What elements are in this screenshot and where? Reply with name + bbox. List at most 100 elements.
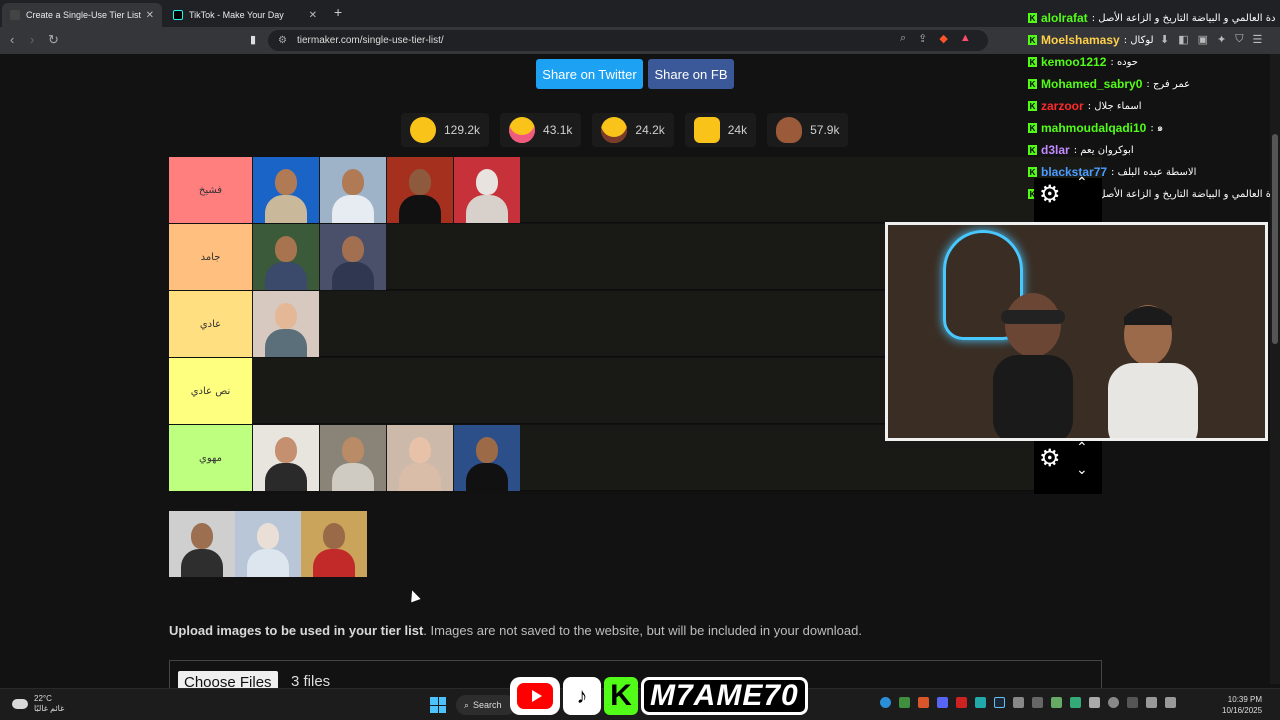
discord-icon[interactable]	[937, 697, 948, 708]
app-icon[interactable]	[1013, 697, 1024, 708]
steam-icon[interactable]	[994, 697, 1005, 708]
scrollbar-thumb[interactable]	[1272, 134, 1278, 344]
tier-image[interactable]	[253, 224, 319, 290]
app-icon[interactable]	[1051, 697, 1062, 708]
pool-image[interactable]	[169, 511, 235, 577]
kick-badge-icon: K	[1028, 167, 1037, 177]
zoom-icon[interactable]: ⌕	[900, 32, 906, 45]
share-icon[interactable]: ⇪	[918, 32, 927, 45]
brave-shield-icon[interactable]: ◆	[939, 32, 947, 45]
chat-text: : حوده	[1110, 56, 1138, 68]
app-icon[interactable]	[956, 697, 967, 708]
tab-title: TikTok - Make Your Day	[189, 10, 284, 20]
tier-items	[253, 157, 521, 223]
mouse-cursor-icon	[407, 588, 421, 603]
app-icon[interactable]	[918, 697, 929, 708]
reaction-laughing[interactable]: 24.2k	[592, 113, 674, 147]
chat-message: Kmahmoudalqadi10: ๑	[1028, 118, 1163, 138]
tab-tiermaker[interactable]: Create a Single-Use Tier List (Pri ✕	[2, 3, 162, 27]
tier-image[interactable]	[320, 425, 386, 491]
system-clock[interactable]: 10:39 PM 10/16/2025	[1222, 694, 1262, 716]
upload-heading: Upload images to be used in your tier li…	[169, 623, 424, 638]
back-icon[interactable]: ‹	[10, 32, 14, 47]
chat-user: alolrafat	[1041, 11, 1088, 25]
forward-icon[interactable]: ›	[30, 32, 34, 47]
tab-tiktok[interactable]: TikTok - Make Your Day ✕	[165, 3, 325, 27]
clock-time: 10:39 PM	[1227, 695, 1263, 704]
pool-image[interactable]	[301, 511, 367, 577]
omnibox-actions: ⌕ ⇪ ◆ ▲	[900, 32, 971, 45]
reaction-raised-hands[interactable]: 24k	[684, 113, 757, 147]
gear-icon[interactable]: ⚙	[1039, 444, 1061, 473]
tiermaker-favicon-icon	[10, 10, 20, 20]
windows-start-icon[interactable]	[430, 697, 446, 713]
volume-icon[interactable]	[1165, 697, 1176, 708]
tier-image[interactable]	[253, 425, 319, 491]
brave-rewards-icon[interactable]: ▲	[960, 32, 971, 45]
chevron-up-icon[interactable]: ⌃	[1076, 174, 1088, 191]
tier-label[interactable]: مهوي	[169, 425, 252, 491]
tier-image[interactable]	[454, 425, 520, 491]
tier-image[interactable]	[454, 157, 520, 223]
chat-message: K Mohamed_sabry0: عمر فرج	[1028, 74, 1190, 94]
reaction-grin[interactable]: 129.2k	[401, 113, 490, 147]
chat-user: blackstar77	[1041, 165, 1108, 179]
edge-icon[interactable]	[880, 697, 891, 708]
tier-image[interactable]	[387, 157, 453, 223]
youtube-logo-icon	[510, 677, 560, 715]
close-icon[interactable]: ✕	[309, 10, 317, 21]
tier-image[interactable]	[253, 157, 319, 223]
tier-items	[253, 291, 320, 357]
share-fb-button[interactable]: Share on FB	[648, 59, 734, 89]
reaction-count: 24.2k	[635, 123, 665, 137]
tier-label[interactable]: عادي	[169, 291, 252, 357]
tier-label[interactable]: جامد	[169, 224, 252, 290]
site-info-icon[interactable]: ⚙	[278, 35, 287, 46]
grin-emoji-icon	[410, 117, 436, 143]
weather-widget[interactable]: 22°C غائم غالبًا	[12, 694, 64, 714]
chat-text: : ابوكروان يعم	[1073, 144, 1134, 156]
chevron-up-icon[interactable]: ⌃	[1076, 439, 1088, 456]
url-field[interactable]: ⚙ tiermaker.com/single-use-tier-list/	[268, 30, 988, 51]
app-icon[interactable]	[1032, 697, 1043, 708]
network-icon[interactable]	[1146, 697, 1157, 708]
chat-message: Kkemoo1212: حوده	[1028, 52, 1138, 72]
close-icon[interactable]: ✕	[146, 10, 154, 21]
stream-chat-overlay: Kalolrafat: دة العالمي و البياضة التاريخ…	[1024, 8, 1280, 204]
clock-date: 10/16/2025	[1222, 706, 1263, 715]
language-icon[interactable]	[1127, 697, 1138, 708]
reload-icon[interactable]: ↻	[48, 32, 59, 48]
tier-image[interactable]	[387, 425, 453, 491]
app-icon[interactable]	[1070, 697, 1081, 708]
reactions-bar: 129.2k 43.1k 24.2k 24k 57.9k	[401, 113, 849, 147]
chat-message: Kalolrafat: دة العالمي و البياضة التاريخ…	[1028, 8, 1275, 28]
new-tab-button[interactable]: +	[334, 4, 342, 20]
weather-temp: 22°C	[34, 694, 52, 703]
app-icon[interactable]	[899, 697, 910, 708]
chat-text: : لوكال	[1123, 34, 1154, 46]
laughing-emoji-icon	[601, 117, 628, 143]
bookmark-icon[interactable]: ▮	[250, 33, 256, 46]
url-text: tiermaker.com/single-use-tier-list/	[296, 35, 444, 46]
share-twitter-button[interactable]: Share on Twitter	[536, 59, 643, 89]
weather-condition: غائم غالبًا	[34, 704, 65, 713]
mic-icon[interactable]	[1108, 697, 1119, 708]
tier-label[interactable]: نص عادي	[169, 358, 252, 424]
heart-eyes-emoji-icon	[509, 117, 536, 143]
taskbar-search[interactable]: ⌕ Search	[456, 695, 516, 715]
tier-image[interactable]	[320, 224, 386, 290]
reaction-poop[interactable]: 57.9k	[767, 113, 849, 147]
search-label: Search	[473, 700, 502, 710]
reaction-heart-eyes[interactable]: 43.1k	[500, 113, 582, 147]
app-icon[interactable]	[975, 697, 986, 708]
kick-badge-icon: K	[1028, 13, 1037, 23]
chevron-down-icon[interactable]: ⌄	[1076, 461, 1088, 478]
tier-image[interactable]	[253, 291, 319, 357]
page-scrollbar[interactable]	[1270, 54, 1280, 684]
tier-label[interactable]: فشيخ	[169, 157, 252, 223]
app-icon[interactable]	[1089, 697, 1100, 708]
kick-badge-icon: K	[1028, 57, 1037, 67]
pool-image[interactable]	[235, 511, 301, 577]
gear-icon[interactable]: ⚙	[1039, 180, 1061, 209]
tier-image[interactable]	[320, 157, 386, 223]
